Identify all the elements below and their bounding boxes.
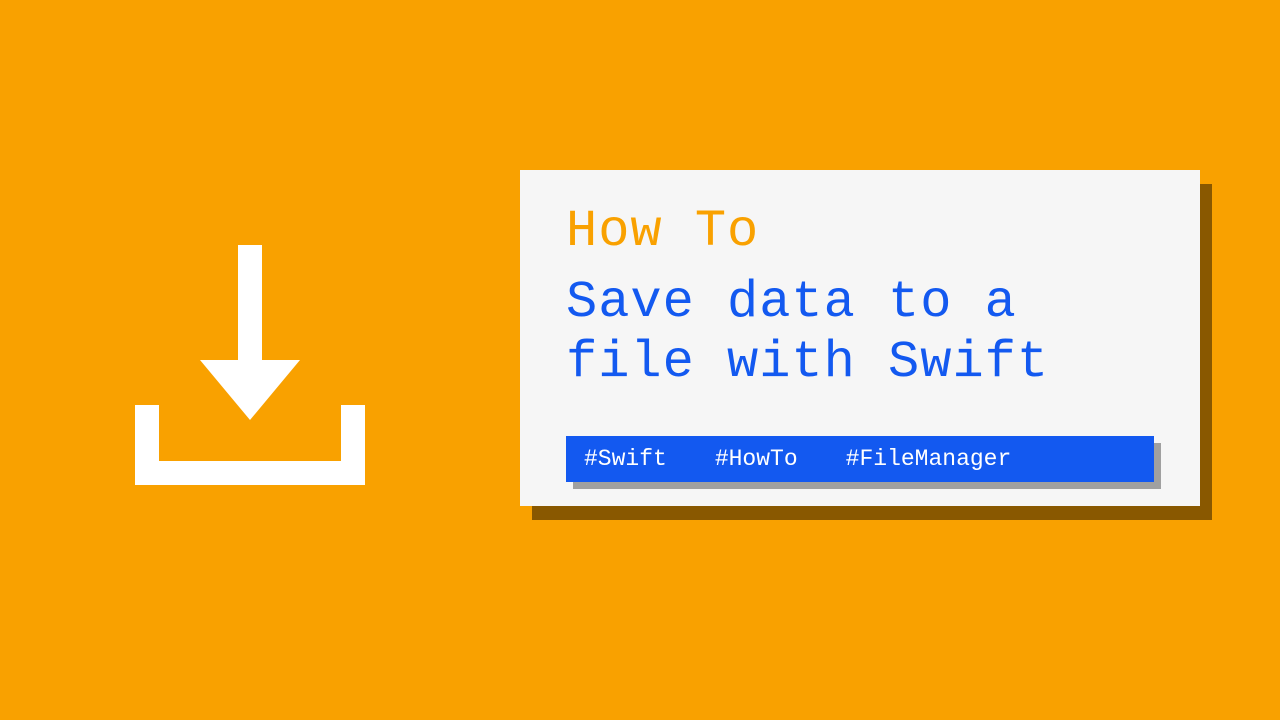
tag: #HowTo bbox=[715, 446, 798, 472]
card-title: Save data to a file with Swift bbox=[566, 273, 1154, 394]
tag: #FileManager bbox=[846, 446, 1012, 472]
eyebrow-label: How To bbox=[566, 202, 1154, 261]
info-card: How To Save data to a file with Swift #S… bbox=[520, 170, 1200, 506]
download-icon bbox=[135, 245, 365, 485]
tag-bar: #Swift #HowTo #FileManager bbox=[566, 436, 1154, 482]
tag: #Swift bbox=[584, 446, 667, 472]
